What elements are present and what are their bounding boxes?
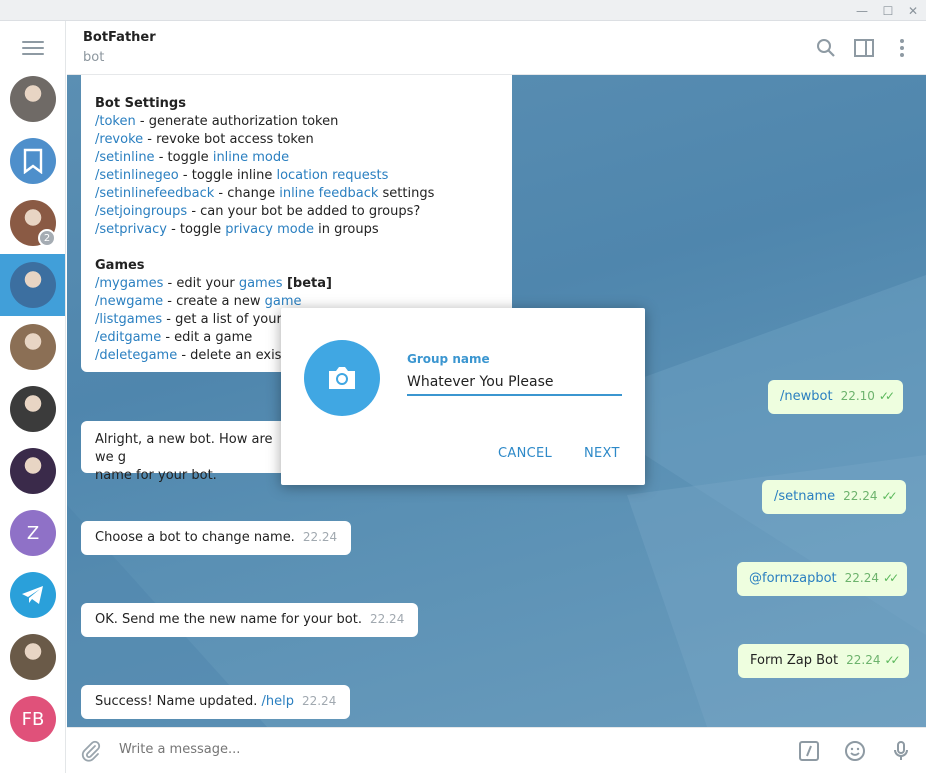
camera-icon (329, 367, 355, 389)
window-titlebar: — ☐ ✕ (0, 0, 926, 21)
group-name-label: Group name (407, 352, 490, 366)
new-group-dialog: Group name CANCEL NEXT (281, 308, 645, 485)
next-button[interactable]: NEXT (584, 446, 620, 461)
maximize-icon: ☐ (882, 3, 894, 18)
cancel-button[interactable]: CANCEL (498, 446, 552, 461)
close-icon: ✕ (907, 3, 919, 18)
group-photo-button[interactable] (304, 340, 380, 416)
close-window-button[interactable]: ✕ (900, 0, 926, 21)
minimize-button[interactable]: — (849, 0, 875, 21)
maximize-button[interactable]: ☐ (875, 0, 901, 21)
minimize-icon: — (856, 3, 868, 18)
group-name-input[interactable] (407, 370, 622, 396)
